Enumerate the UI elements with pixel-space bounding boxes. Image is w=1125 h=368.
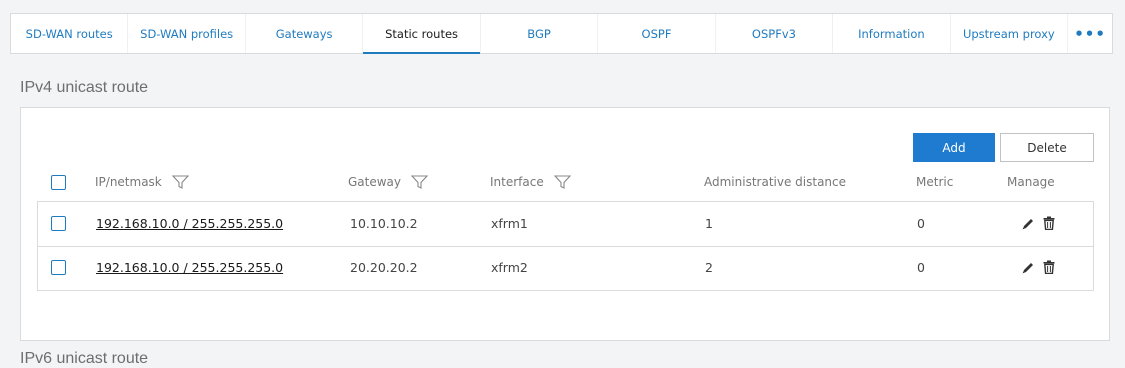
route-ip-link[interactable]: 192.168.10.0 / 255.255.255.0 (96, 216, 283, 231)
tab-gateways[interactable]: Gateways (246, 14, 364, 53)
section-title: IPv4 unicast route (20, 79, 149, 96)
route-interface: xfrm2 (491, 260, 528, 275)
column-label-manage: Manage (1007, 175, 1055, 189)
row-checkbox[interactable] (51, 260, 66, 275)
column-header-manage: Manage (1007, 175, 1055, 189)
pencil-icon[interactable] (1021, 217, 1035, 231)
route-distance: 1 (705, 216, 713, 231)
route-gateway: 10.10.10.2 (350, 216, 418, 231)
tab-ospfv3[interactable]: OSPFv3 (716, 14, 834, 53)
tab-information[interactable]: Information (833, 14, 951, 53)
trash-icon[interactable] (1042, 216, 1056, 230)
trash-icon[interactable] (1042, 260, 1056, 274)
filter-icon[interactable] (553, 175, 571, 189)
column-header-metric: Metric (916, 175, 953, 189)
route-metric: 0 (917, 260, 925, 275)
more-tabs-icon[interactable]: ••• (1068, 14, 1112, 53)
route-ip-link[interactable]: 192.168.10.0 / 255.255.255.0 (96, 260, 283, 275)
column-label-distance: Administrative distance (704, 175, 847, 189)
column-header-gateway: Gateway (348, 175, 429, 189)
route-gateway: 20.20.20.2 (350, 260, 418, 275)
column-label-interface: Interface (490, 175, 544, 189)
column-label-gateway: Gateway (348, 175, 402, 189)
column-header-ip: IP/netmask (95, 175, 189, 189)
pencil-icon[interactable] (1021, 261, 1035, 275)
route-metric: 0 (917, 216, 925, 231)
filter-icon[interactable] (171, 175, 189, 189)
select-all-checkbox[interactable] (51, 175, 66, 190)
tab-sd-wan-routes[interactable]: SD-WAN routes (11, 14, 129, 53)
tab-sd-wan-profiles[interactable]: SD-WAN profiles (128, 14, 246, 53)
column-label-metric: Metric (916, 175, 954, 189)
column-header-distance: Administrative distance (704, 175, 846, 189)
tab-bgp[interactable]: BGP (481, 14, 599, 53)
tab-static-routes[interactable]: Static routes (363, 14, 481, 54)
add-button[interactable]: Add (913, 133, 995, 162)
tab-bar: SD-WAN routes SD-WAN profiles Gateways S… (10, 13, 1113, 54)
column-label-ip: IP/netmask (95, 175, 162, 189)
column-header-interface: Interface (490, 175, 571, 189)
tab-upstream-proxy[interactable]: Upstream proxy (951, 14, 1069, 53)
tab-ospf[interactable]: OSPF (598, 14, 716, 53)
delete-button[interactable]: Delete (1000, 133, 1094, 162)
section-title-next: IPv6 unicast route (20, 350, 149, 367)
row-divider (37, 246, 1094, 247)
row-checkbox[interactable] (51, 216, 66, 231)
route-interface: xfrm1 (491, 216, 528, 231)
filter-icon[interactable] (411, 175, 429, 189)
route-distance: 2 (705, 260, 713, 275)
